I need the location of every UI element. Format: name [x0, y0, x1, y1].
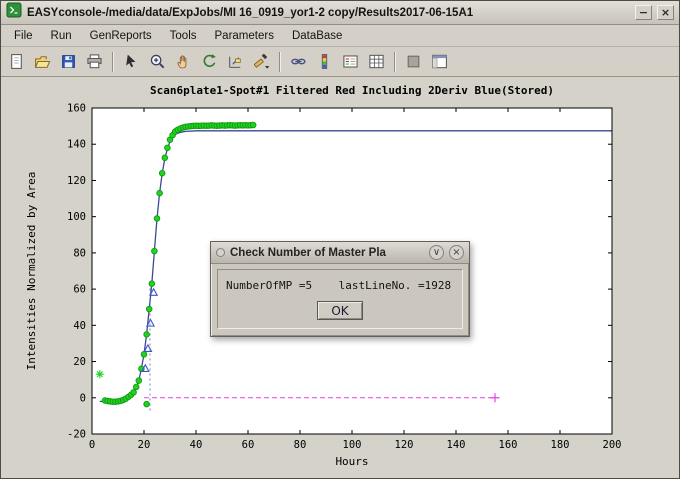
- app-icon: [6, 2, 22, 23]
- brush-icon: [253, 53, 270, 70]
- toolbar-separator: [112, 52, 114, 72]
- svg-text:0: 0: [89, 439, 95, 451]
- dialog-icon: [216, 248, 225, 257]
- svg-text:20: 20: [73, 356, 86, 368]
- dialog-close-button[interactable]: ×: [449, 245, 464, 260]
- y-axis-label: Intensities Normalized by Area: [25, 172, 38, 371]
- close-button[interactable]: ×: [657, 5, 674, 20]
- app-window: EASYconsole-/media/data/ExpJobs/MI 16_09…: [0, 0, 680, 479]
- link-plot-button[interactable]: [286, 49, 311, 74]
- svg-text:160: 160: [499, 439, 518, 451]
- new-figure-button[interactable]: [4, 49, 29, 74]
- toolbar-separator: [394, 52, 396, 72]
- new-figure-icon: [8, 53, 25, 70]
- ok-button[interactable]: OK: [317, 301, 363, 320]
- hide-plot-tools-icon: [405, 53, 422, 70]
- svg-text:140: 140: [447, 439, 466, 451]
- menu-parameters[interactable]: Parameters: [206, 27, 283, 45]
- svg-text:200: 200: [603, 439, 622, 451]
- rotate-3d-button[interactable]: [197, 49, 222, 74]
- menu-tools[interactable]: Tools: [161, 27, 206, 45]
- plot-title: Scan6plate1-Spot#1 Filtered Red Includin…: [150, 84, 554, 97]
- menu-database[interactable]: DataBase: [283, 27, 352, 45]
- insert-legend-button[interactable]: [338, 49, 363, 74]
- svg-text:40: 40: [190, 439, 203, 451]
- edit-plot-button[interactable]: [119, 49, 144, 74]
- zoom-in-button[interactable]: [145, 49, 170, 74]
- insert-colorbar-button[interactable]: [312, 49, 337, 74]
- link-plot-icon: [290, 53, 307, 70]
- dialog-body: NumberOfMP =5 lastLineNo. =1928 OK: [217, 269, 463, 329]
- dialog-title: Check Number of Master Pla: [230, 247, 424, 259]
- svg-text:60: 60: [242, 439, 255, 451]
- pan-icon: [175, 53, 192, 70]
- print-figure-icon: [86, 53, 103, 70]
- brush-button[interactable]: [249, 49, 274, 74]
- svg-text:120: 120: [67, 175, 86, 187]
- dialog-message: NumberOfMP =5 lastLineNo. =1928: [226, 279, 454, 292]
- svg-text:100: 100: [67, 211, 86, 223]
- show-plot-tools-button[interactable]: [427, 49, 452, 74]
- x-axis-label: Hours: [335, 455, 368, 468]
- data-cursor-button[interactable]: [223, 49, 248, 74]
- toolbar-separator: [279, 52, 281, 72]
- svg-text:0: 0: [80, 392, 86, 404]
- plot-browser-icon: [368, 53, 385, 70]
- menu-file[interactable]: File: [5, 27, 42, 45]
- plot-browser-button[interactable]: [364, 49, 389, 74]
- rotate-3d-icon: [201, 53, 218, 70]
- menubar: FileRunGenReportsToolsParametersDataBase: [1, 25, 679, 47]
- minimize-button[interactable]: −: [635, 5, 652, 20]
- window-title: EASYconsole-/media/data/ExpJobs/MI 16_09…: [27, 7, 473, 19]
- open-file-icon: [34, 53, 51, 70]
- svg-text:-20: -20: [67, 429, 86, 441]
- dialog-collapse-button[interactable]: ∨: [429, 245, 444, 260]
- insert-colorbar-icon: [316, 53, 333, 70]
- save-figure-button[interactable]: [56, 49, 81, 74]
- insert-legend-icon: [342, 53, 359, 70]
- menu-run[interactable]: Run: [42, 27, 81, 45]
- print-figure-button[interactable]: [82, 49, 107, 74]
- toolbar: [1, 47, 679, 77]
- svg-text:100: 100: [343, 439, 362, 451]
- save-figure-icon: [60, 53, 77, 70]
- zoom-in-icon: [149, 53, 166, 70]
- show-plot-tools-icon: [431, 53, 448, 70]
- menu-genreports[interactable]: GenReports: [81, 27, 161, 45]
- dialog-ok-row: OK: [226, 301, 454, 320]
- svg-text:160: 160: [67, 103, 86, 115]
- svg-text:180: 180: [551, 439, 570, 451]
- svg-text:60: 60: [73, 284, 86, 296]
- edit-plot-icon: [123, 53, 140, 70]
- dialog: Check Number of Master Pla ∨ × NumberOfM…: [210, 241, 470, 337]
- pan-button[interactable]: [171, 49, 196, 74]
- data-cursor-icon: [227, 53, 244, 70]
- figure-area: 020406080100120140160180200-200204060801…: [1, 77, 679, 478]
- open-file-button[interactable]: [30, 49, 55, 74]
- svg-text:120: 120: [395, 439, 414, 451]
- svg-text:80: 80: [73, 247, 86, 259]
- hide-plot-tools-button[interactable]: [401, 49, 426, 74]
- dialog-titlebar[interactable]: Check Number of Master Pla ∨ ×: [211, 242, 469, 264]
- svg-text:140: 140: [67, 139, 86, 151]
- svg-text:20: 20: [138, 439, 151, 451]
- svg-text:80: 80: [294, 439, 307, 451]
- window-titlebar[interactable]: EASYconsole-/media/data/ExpJobs/MI 16_09…: [1, 1, 679, 25]
- svg-text:40: 40: [73, 320, 86, 332]
